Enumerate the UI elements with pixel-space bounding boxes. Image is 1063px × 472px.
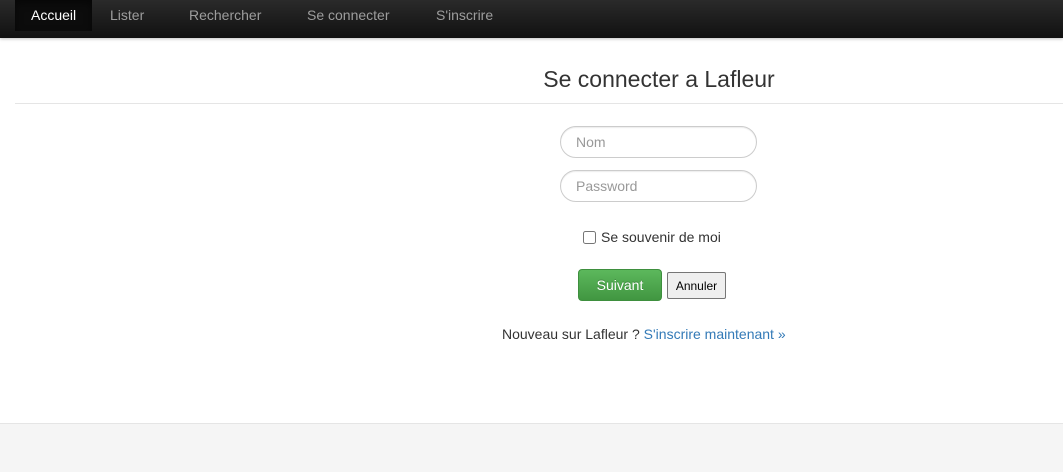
signup-link[interactable]: S'inscrire maintenant » — [644, 326, 786, 342]
next-button[interactable]: Suivant — [578, 269, 662, 301]
signup-prompt: Nouveau sur Lafleur ? — [502, 326, 640, 342]
remember-me-checkbox[interactable] — [583, 230, 596, 244]
remember-me-row[interactable]: Se souvenir de moi — [583, 228, 721, 246]
name-input[interactable] — [560, 126, 757, 158]
top-navbar: Accueil Lister Rechercher Se connecter S… — [0, 0, 1063, 38]
cancel-button[interactable]: Annuler — [667, 272, 726, 299]
page-title: Se connecter a Lafleur — [543, 66, 775, 92]
nav-item-sinscrire[interactable]: S'inscrire — [436, 0, 493, 31]
nav-item-accueil[interactable]: Accueil — [15, 0, 93, 31]
remember-me-label: Se souvenir de moi — [601, 229, 721, 245]
nav-item-lister[interactable]: Lister — [110, 0, 144, 31]
page-footer — [0, 423, 1063, 472]
password-input[interactable] — [560, 170, 757, 202]
signup-prompt-row: Nouveau sur Lafleur ? S'inscrire mainten… — [502, 326, 786, 342]
nav-item-se-connecter[interactable]: Se connecter — [307, 0, 390, 31]
title-divider — [15, 103, 1063, 104]
nav-item-rechercher[interactable]: Rechercher — [189, 0, 261, 31]
